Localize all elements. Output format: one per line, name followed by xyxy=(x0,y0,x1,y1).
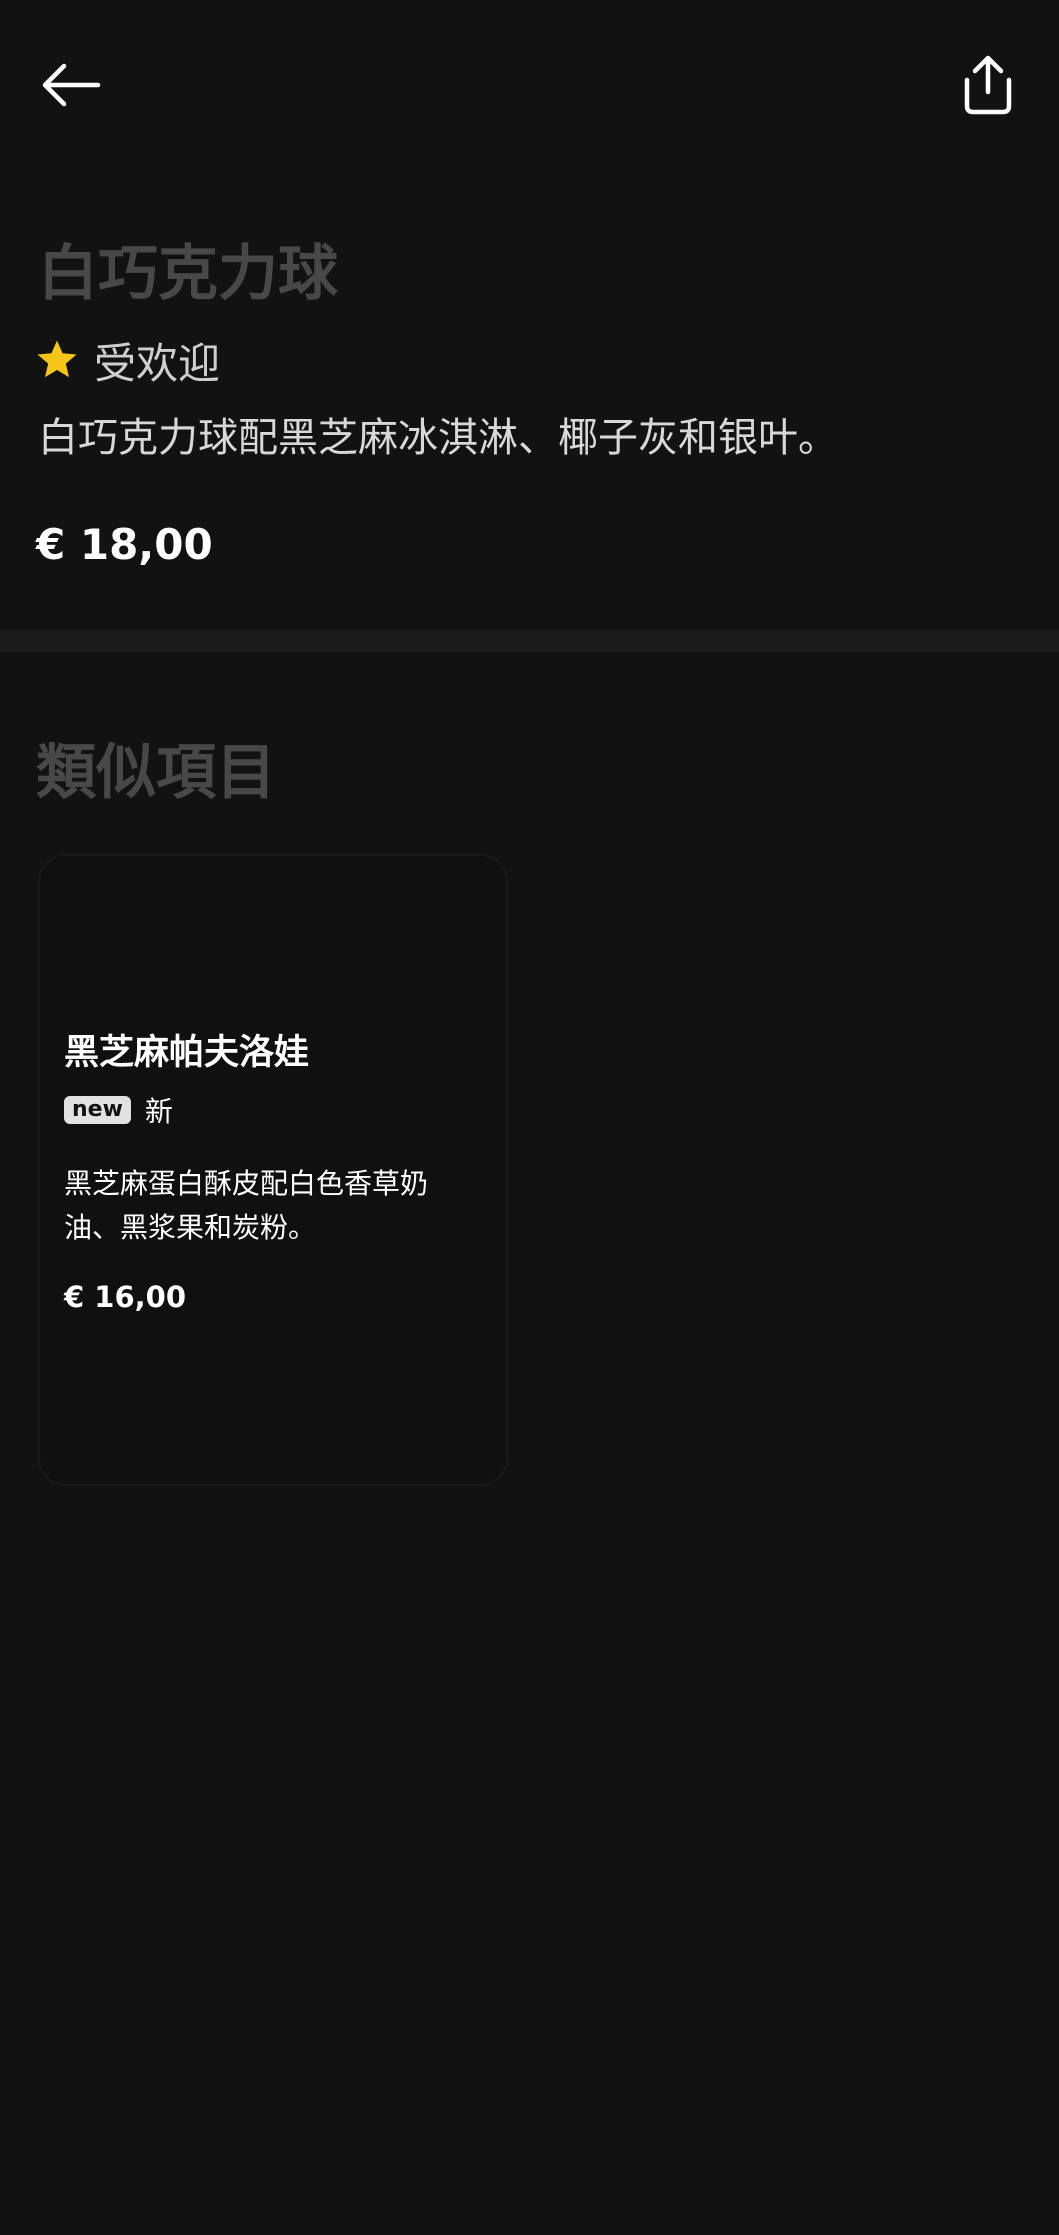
arrow-left-icon xyxy=(42,63,101,107)
similar-item-badge-row: new 新 xyxy=(64,1090,173,1130)
back-button[interactable] xyxy=(26,40,116,130)
similar-item-card[interactable]: 黑芝麻帕夫洛娃 new 新 黑芝麻蛋白酥皮配白色香草奶油、黑浆果和炭粉。 € 1… xyxy=(38,854,508,1486)
star-icon xyxy=(37,340,77,378)
popular-label: 受欢迎 xyxy=(94,338,221,388)
new-badge: new xyxy=(64,1096,131,1124)
share-upload-icon xyxy=(964,55,1012,115)
share-button[interactable] xyxy=(943,40,1033,130)
section-divider xyxy=(0,630,1059,652)
product-title: 白巧克力球 xyxy=(38,239,338,309)
similar-items-title: 類似項目 xyxy=(36,738,276,808)
product-info: 白巧克力球 受欢迎 白巧克力球配黑芝麻冰淇淋、椰子灰和银叶。 € 18,00 xyxy=(0,170,1059,630)
popular-tag: 受欢迎 xyxy=(34,330,220,390)
similar-item-title: 黑芝麻帕夫洛娃 xyxy=(64,1033,310,1073)
product-price: € 18,00 xyxy=(36,520,213,569)
new-badge-label: 新 xyxy=(144,1095,173,1128)
item-detail-page: 白巧克力球 受欢迎 白巧克力球配黑芝麻冰淇淋、椰子灰和银叶。 € 18,00 類… xyxy=(0,0,1059,2235)
top-bar xyxy=(0,0,1059,170)
similar-item-description: 黑芝麻蛋白酥皮配白色香草奶油、黑浆果和炭粉。 xyxy=(64,1167,429,1244)
product-description: 白巧克力球配黑芝麻冰淇淋、椰子灰和银叶。 xyxy=(38,415,838,461)
similar-item-price: € 16,00 xyxy=(64,1280,187,1314)
